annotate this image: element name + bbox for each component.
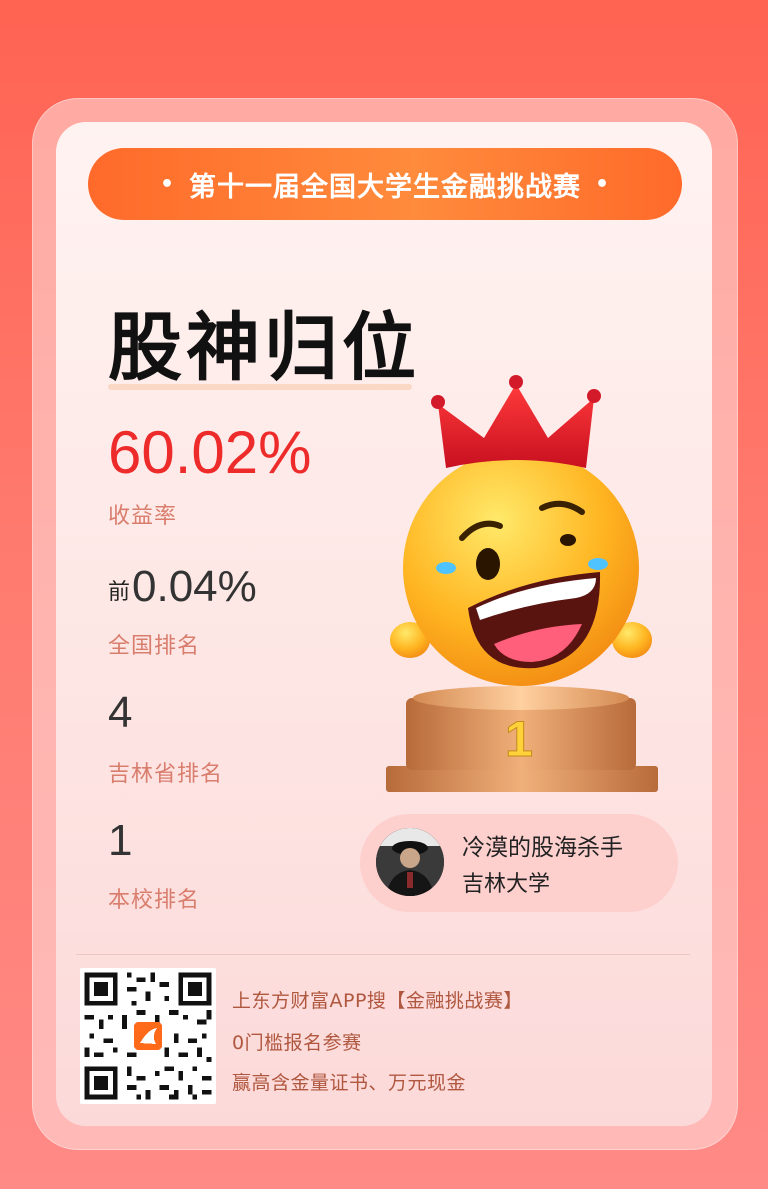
banner-title: 第十一届全国大学生金融挑战赛: [189, 171, 581, 203]
yield-label: 收益率: [108, 504, 178, 529]
title-underline: [108, 384, 412, 390]
podium-number: 1: [505, 711, 533, 767]
user-name: 冷漠的股海杀手: [462, 835, 623, 861]
hero-title: 股神归位: [108, 305, 420, 391]
podium-top: [413, 686, 629, 710]
user-school: 吉林大学: [462, 872, 551, 897]
avatar: [376, 828, 444, 896]
result-card: • 第十一届全国大学生金融挑战赛 • 股神归位 60.02% 收益率 前0.04…: [56, 122, 712, 1126]
national-rank-number: 0.04%: [132, 562, 257, 611]
national-rank-value: 前0.04%: [108, 562, 257, 612]
school-rank-label: 本校排名: [108, 888, 201, 913]
section-divider: [76, 954, 690, 955]
qr-code-icon[interactable]: [80, 968, 216, 1104]
banner-dot-right: •: [595, 171, 611, 197]
province-rank-label: 吉林省排名: [108, 762, 224, 787]
school-rank-value: 1: [108, 816, 133, 865]
promo-line-rewards: 赢高含金量证书、万元现金: [232, 1072, 467, 1094]
competition-banner: • 第十一届全国大学生金融挑战赛 •: [88, 148, 682, 220]
national-rank-prefix: 前: [108, 579, 131, 604]
crown: [438, 384, 594, 468]
promo-line-free-entry: 0门槛报名参赛: [232, 1032, 362, 1054]
yield-value: 60.02%: [108, 419, 312, 486]
national-rank-label: 全国排名: [108, 634, 201, 659]
user-profile-pill: 冷漠的股海杀手 吉林大学: [360, 814, 678, 912]
promo-line-app-search: 上东方财富APP搜【金融挑战赛】: [232, 990, 523, 1012]
province-rank-value: 4: [108, 688, 133, 737]
banner-dot-left: •: [159, 171, 175, 197]
crowned-smiley-on-podium-icon: 1: [386, 375, 658, 792]
